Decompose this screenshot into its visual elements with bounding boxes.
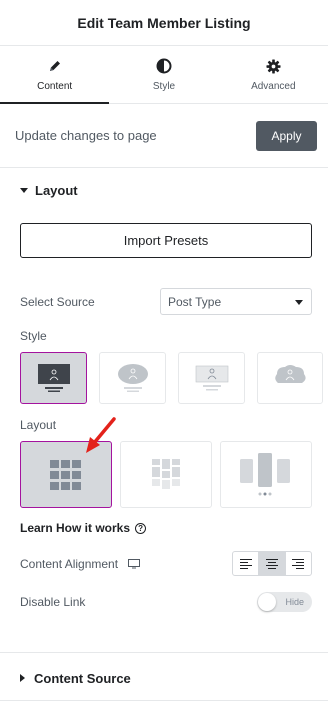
layout-options [20,441,312,508]
grid-layout-icon [50,459,81,490]
panel-title: Edit Team Member Listing [0,0,328,46]
section-divider [0,652,328,653]
monitor-avatar-icon [37,364,70,392]
select-source-label: Select Source [20,295,95,309]
chevron-down-icon [295,300,303,305]
masonry-layout-icon [152,458,180,489]
question-circle-icon: ? [135,522,147,534]
apply-button[interactable]: Apply [256,120,317,151]
gear-icon [266,57,281,75]
learn-how-label: Learn How it works [20,521,131,535]
select-source-value: Post Type [168,294,222,309]
card-avatar-icon [195,365,228,391]
red-arrow-annotation [86,417,116,453]
update-text: Update changes to page [15,128,157,143]
toggle-state-label: Hide [285,597,304,607]
learn-how-link[interactable]: Learn How it works ? [20,521,147,535]
caret-down-icon [20,187,28,193]
style-option-monitor[interactable] [20,352,87,404]
caret-right-icon [20,674,25,682]
align-center-button[interactable] [259,552,286,575]
style-option-circle[interactable] [99,352,166,404]
content-alignment-control [232,551,312,576]
align-left-icon [239,558,252,569]
disable-link-label: Disable Link [20,595,86,609]
align-right-button[interactable] [286,552,311,575]
layout-section-title: Layout [35,182,78,198]
style-options [20,352,323,404]
content-source-section-toggle[interactable]: Content Source [0,669,328,687]
disable-link-toggle[interactable]: Hide [257,592,312,612]
half-circle-icon [156,57,172,75]
style-option-card[interactable] [178,352,245,404]
tab-advanced[interactable]: Advanced [219,46,328,103]
align-right-icon [292,558,305,569]
layout-section-toggle[interactable]: Layout [0,181,328,199]
cloud-avatar-icon [275,365,306,383]
tab-content[interactable]: Content [0,46,110,104]
content-alignment-label: Content Alignment [20,557,119,571]
layout-option-carousel[interactable] [220,441,312,508]
style-option-cloud[interactable] [257,352,323,404]
tab-content-label: Content [37,81,73,92]
carousel-layout-icon [240,452,290,495]
align-center-icon [265,558,278,569]
select-source-dropdown[interactable]: Post Type [160,288,312,315]
import-presets-button[interactable]: Import Presets [20,223,312,258]
layout-label: Layout [20,418,57,432]
content-alignment-row: Content Alignment [20,557,141,571]
tab-advanced-label: Advanced [251,81,296,92]
tab-style-label: Style [152,81,176,92]
tab-style[interactable]: Style [109,46,218,103]
content-source-title: Content Source [34,670,131,686]
align-left-button[interactable] [233,552,260,575]
desktop-icon[interactable] [128,559,141,569]
pencil-icon [48,57,62,75]
circle-avatar-icon [117,364,148,392]
style-label: Style [20,329,47,343]
update-bar: Update changes to page Apply [0,104,328,168]
panel-tabs: Content Style Advanced [0,46,328,104]
toggle-knob [258,593,276,611]
layout-option-masonry[interactable] [120,441,212,508]
